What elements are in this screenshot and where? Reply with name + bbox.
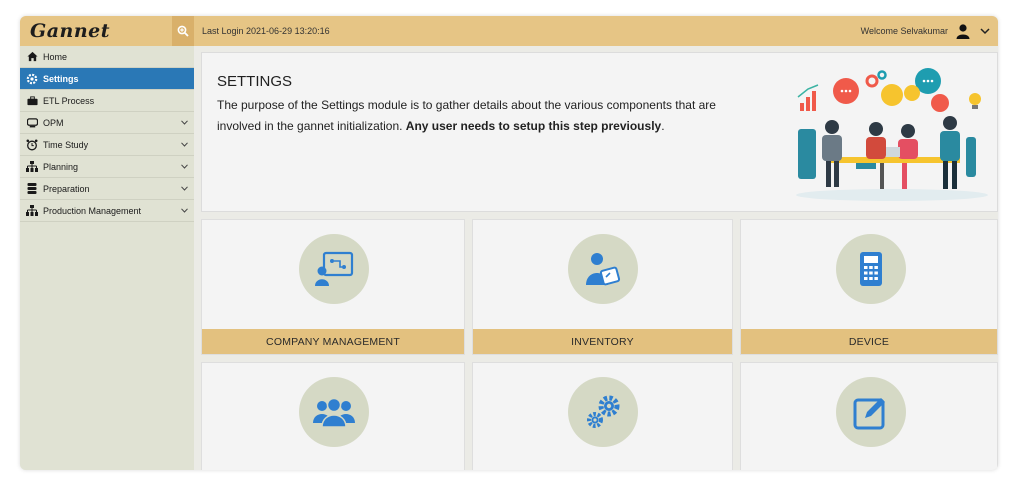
chevron-down-icon [180,163,188,171]
device-card[interactable]: DEVICE [740,219,998,355]
last-login-text: Last Login 2021-06-29 13:20:16 [202,26,330,36]
sidebar-item-label: Time Study [43,139,89,150]
sidebar-item-preparation[interactable]: Preparation [20,178,194,200]
sidebar-item-etl-process[interactable]: ETL Process [20,90,194,112]
database-icon [25,182,39,196]
edit-icon [836,377,906,447]
chevron-down-icon [180,207,188,215]
card-label: DEVICE [741,329,997,354]
sidebar-item-label: ETL Process [43,95,95,106]
chevron-down-icon [180,141,188,149]
sidebar-item-opm[interactable]: OPM [20,112,194,134]
gear-icon [25,72,39,86]
person-clipboard-icon [568,234,638,304]
sidebar-item-label: Planning [43,161,79,172]
configuration-card[interactable] [472,362,733,470]
card-label: COMPANY MANAGEMENT [202,329,464,354]
gears-icon [568,377,638,447]
chevron-down-icon[interactable] [978,24,992,38]
sidebar-item-production-management[interactable]: Production Management [20,200,194,222]
sidebar-toggle-button[interactable] [172,16,194,46]
inventory-card[interactable]: INVENTORY [472,219,733,355]
sidebar-item-settings[interactable]: Settings [20,68,194,90]
page-description: The purpose of the Settings module is to… [217,95,737,137]
brand-logo[interactable]: Gannet [20,16,172,46]
description-end: . [661,119,665,133]
company-management-card[interactable]: COMPANY MANAGEMENT [201,219,465,355]
users-group-icon [299,377,369,447]
welcome-text: Welcome Selvakumar [860,26,948,36]
monitor-icon [25,116,39,130]
sidebar-item-label: Home [43,51,68,62]
alarm-clock-icon [25,138,39,152]
user-menu[interactable]: Welcome Selvakumar [861,22,998,40]
sidebar: Home Settings ETL Process OPM Time Study… [20,46,194,470]
sidebar-item-label: OPM [43,117,64,128]
page-title: SETTINGS [217,73,293,90]
sidebar-item-label: Preparation [43,183,90,194]
description-emphasis: Any user needs to setup this step previo… [405,119,662,133]
sitemap-icon [25,204,39,218]
app-window: Gannet Last Login 2021-06-29 13:20:16 We… [20,16,998,470]
main-content: SETTINGS The purpose of the Settings mod… [194,46,998,470]
sitemap-icon [25,160,39,174]
home-icon [25,50,39,64]
sidebar-item-planning[interactable]: Planning [20,156,194,178]
card-label: INVENTORY [473,329,732,354]
sidebar-item-label: Settings [43,73,79,84]
calculator-icon [836,234,906,304]
sidebar-item-label: Production Management [43,205,142,216]
user-avatar-icon[interactable] [954,22,972,40]
settings-intro-panel: SETTINGS The purpose of the Settings mod… [201,52,998,212]
top-bar: Gannet Last Login 2021-06-29 13:20:16 We… [20,16,998,46]
edit-card[interactable] [740,362,998,470]
team-meeting-illustration [796,68,988,201]
chevron-down-icon [180,185,188,193]
chevron-down-icon [180,119,188,127]
zoom-icon [177,25,189,37]
sidebar-item-time-study[interactable]: Time Study [20,134,194,156]
briefcase-icon [25,94,39,108]
users-card[interactable] [201,362,465,470]
presentation-board-icon [299,234,369,304]
sidebar-item-home[interactable]: Home [20,46,194,68]
